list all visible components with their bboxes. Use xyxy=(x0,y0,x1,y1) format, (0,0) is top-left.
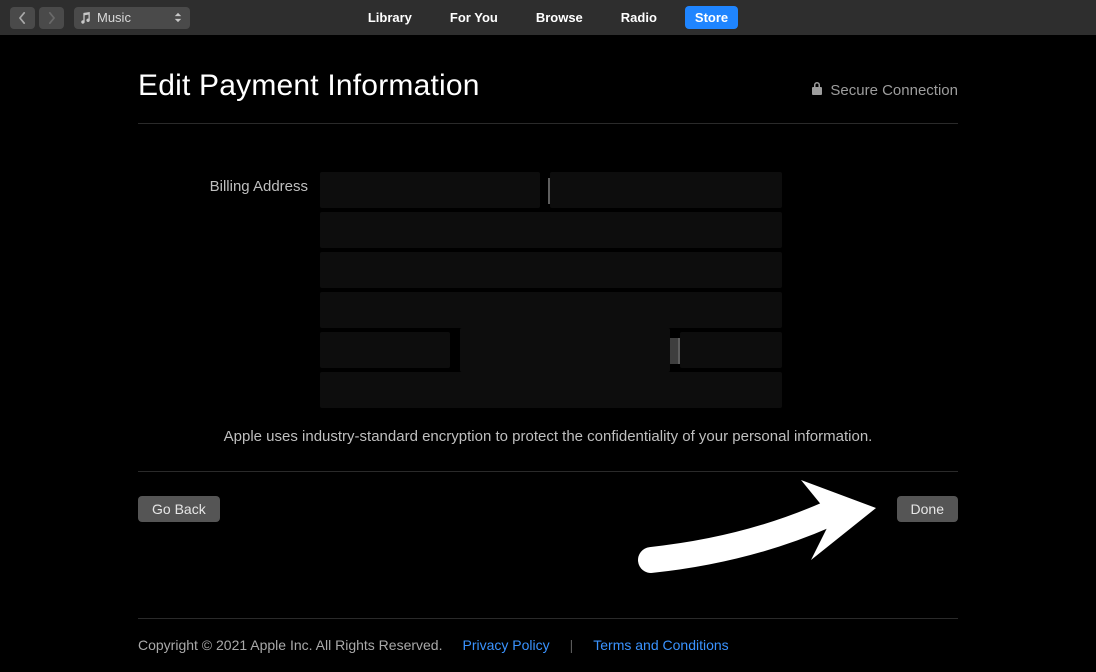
music-note-icon xyxy=(80,12,91,24)
tab-radio[interactable]: Radio xyxy=(611,6,667,29)
tab-browse[interactable]: Browse xyxy=(526,6,593,29)
billing-address-fields xyxy=(328,178,788,404)
forward-button[interactable] xyxy=(39,7,64,29)
tab-store[interactable]: Store xyxy=(685,6,738,29)
footer: Copyright © 2021 Apple Inc. All Rights R… xyxy=(138,619,958,653)
secure-connection-label: Secure Connection xyxy=(830,82,958,99)
page-content: Edit Payment Information Secure Connecti… xyxy=(138,35,958,653)
divider xyxy=(138,471,958,472)
media-type-label: Music xyxy=(97,10,131,25)
tab-library[interactable]: Library xyxy=(358,6,422,29)
tab-for-you[interactable]: For You xyxy=(440,6,508,29)
footer-copyright: Copyright © 2021 Apple Inc. All Rights R… xyxy=(138,637,442,653)
billing-address-label: Billing Address xyxy=(138,178,328,195)
page-title: Edit Payment Information xyxy=(138,69,480,103)
media-type-select[interactable]: Music xyxy=(74,7,190,29)
secure-connection-indicator: Secure Connection xyxy=(811,81,958,99)
done-button[interactable]: Done xyxy=(897,496,958,522)
go-back-button[interactable]: Go Back xyxy=(138,496,220,522)
footer-separator: | xyxy=(570,637,574,653)
footer-privacy-link[interactable]: Privacy Policy xyxy=(462,637,549,653)
footer-terms-link[interactable]: Terms and Conditions xyxy=(593,637,728,653)
lock-icon xyxy=(811,81,823,99)
encryption-info-text: Apple uses industry-standard encryption … xyxy=(138,428,958,445)
title-bar: Music Library For You Browse Radio Store xyxy=(0,0,1096,35)
back-button[interactable] xyxy=(10,7,35,29)
select-chevrons-icon xyxy=(174,7,184,29)
billing-address-section: Billing Address xyxy=(138,178,958,404)
